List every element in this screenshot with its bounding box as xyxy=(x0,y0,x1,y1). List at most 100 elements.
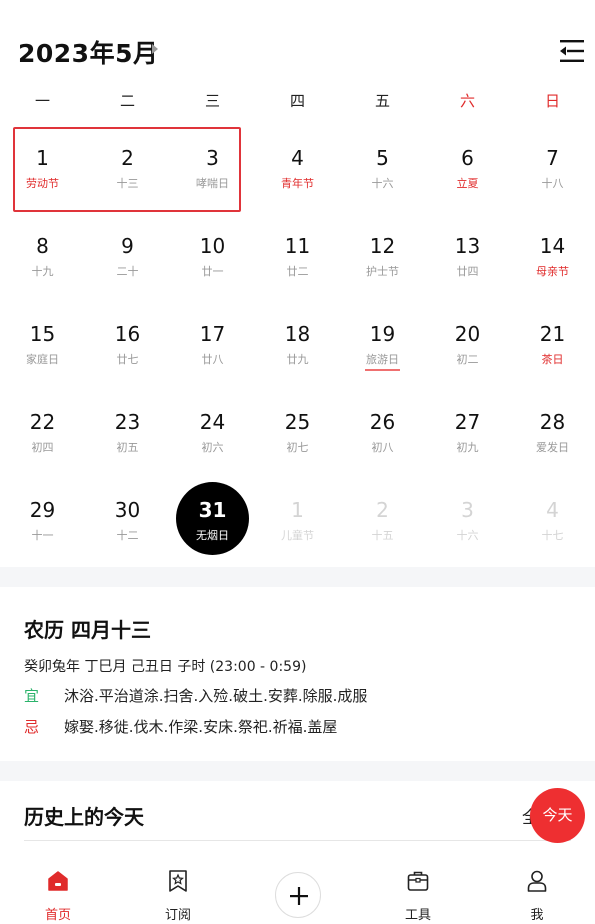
day-cell[interactable]: 27 初九 xyxy=(425,394,510,482)
day-number: 18 xyxy=(284,322,311,346)
ganzhi-text: 癸卯兔年 丁巳月 己丑日 子时 (23:00 - 0:59) xyxy=(24,659,307,675)
nav-subscribe[interactable]: 订阅 xyxy=(138,859,218,924)
weekday-header: 一 二 三 四 五 六 日 xyxy=(0,90,595,112)
day-lunar: 十六 xyxy=(456,529,479,542)
day-number: 3 xyxy=(461,498,474,522)
calendar-week-2: 8 十九 9 二十 10 廿一 11 廿二 12 护士节 13 廿四 14 母亲节 xyxy=(0,218,595,306)
calendar-header: 2023年5月 xyxy=(0,0,595,90)
day-cell-next-month[interactable]: 4 十七 xyxy=(510,482,595,570)
day-lunar: 家庭日 xyxy=(26,353,59,366)
day-lunar: 爱发日 xyxy=(536,441,569,454)
nav-me[interactable]: 我 xyxy=(497,859,577,924)
month-title[interactable]: 2023年5月 xyxy=(18,34,158,70)
day-cell-next-month[interactable]: 3 十六 xyxy=(425,482,510,570)
day-cell[interactable]: 24 初六 xyxy=(170,394,255,482)
lunar-info-card[interactable]: 农历 四月十三 癸卯兔年 丁巳月 己丑日 子时 (23:00 - 0:59) 宜… xyxy=(0,587,595,761)
add-button[interactable] xyxy=(275,872,321,918)
day-cell[interactable]: 22 初四 xyxy=(0,394,85,482)
day-number: 25 xyxy=(284,410,311,434)
yi-text: 沐浴.平治道涂.扫舍.入殓.破土.安葬.除服.成服 xyxy=(64,687,368,705)
home-icon xyxy=(48,871,68,891)
day-number: 9 xyxy=(121,234,134,258)
day-number: 28 xyxy=(539,410,566,434)
day-cell[interactable]: 8 十九 xyxy=(0,218,85,306)
day-number: 4 xyxy=(291,146,304,170)
day-cell[interactable]: 29 十一 xyxy=(0,482,85,570)
day-lunar: 十二 xyxy=(116,529,139,542)
day-cell[interactable]: 20 初二 xyxy=(425,306,510,394)
nav-subscribe-label: 订阅 xyxy=(164,908,191,923)
day-lunar: 旅游日 xyxy=(366,353,399,366)
day-lunar: 初八 xyxy=(371,441,394,454)
day-cell[interactable]: 30 十二 xyxy=(85,482,170,570)
day-cell[interactable]: 28 爱发日 xyxy=(510,394,595,482)
day-lunar: 十五 xyxy=(371,529,394,542)
caret-right-icon[interactable] xyxy=(152,44,158,54)
day-lunar: 十九 xyxy=(31,265,54,278)
menu-collapse-icon[interactable] xyxy=(558,38,586,64)
day-cell[interactable]: 19 旅游日 xyxy=(340,306,425,394)
day-number: 2 xyxy=(376,498,389,522)
day-lunar: 初九 xyxy=(456,441,479,454)
day-lunar: 初六 xyxy=(201,441,224,454)
section-divider xyxy=(0,761,595,781)
day-number: 15 xyxy=(29,322,56,346)
day-cell[interactable]: 16 廿七 xyxy=(85,306,170,394)
day-cell-next-month[interactable]: 1 儿童节 xyxy=(255,482,340,570)
day-cell[interactable]: 18 廿九 xyxy=(255,306,340,394)
day-number: 11 xyxy=(284,234,311,258)
day-lunar: 廿四 xyxy=(456,265,479,278)
day-lunar: 儿童节 xyxy=(281,529,314,542)
day-cell[interactable]: 11 廿二 xyxy=(255,218,340,306)
day-number: 22 xyxy=(29,410,56,434)
calendar-week-4: 22 初四 23 初五 24 初六 25 初七 26 初八 27 初九 28 爱发日 xyxy=(0,394,595,482)
day-cell[interactable]: 26 初八 xyxy=(340,394,425,482)
day-cell[interactable]: 4 青年节 xyxy=(255,130,340,218)
today-button[interactable]: 今天 xyxy=(530,788,585,843)
day-cell[interactable]: 7 十八 xyxy=(510,130,595,218)
nav-tools[interactable]: 工具 xyxy=(378,859,458,924)
day-lunar: 青年节 xyxy=(281,177,314,190)
history-section: 历史上的今天 全 xyxy=(0,781,595,859)
weekday-mon: 一 xyxy=(34,92,50,110)
day-number: 14 xyxy=(539,234,566,258)
history-divider xyxy=(24,840,571,841)
day-cell[interactable]: 15 家庭日 xyxy=(0,306,85,394)
day-number: 24 xyxy=(199,410,226,434)
day-cell-next-month[interactable]: 2 十五 xyxy=(340,482,425,570)
day-cell[interactable]: 25 初七 xyxy=(255,394,340,482)
day-lunar: 初二 xyxy=(456,353,479,366)
day-lunar: 茶日 xyxy=(541,353,564,366)
day-lunar: 廿八 xyxy=(201,353,224,366)
day-number: 13 xyxy=(454,234,481,258)
day-cell[interactable]: 23 初五 xyxy=(85,394,170,482)
day-cell[interactable]: 17 廿八 xyxy=(170,306,255,394)
day-number: 29 xyxy=(29,498,56,522)
day-number: 1 xyxy=(291,498,304,522)
nav-me-label: 我 xyxy=(530,908,544,923)
day-cell[interactable]: 12 护士节 xyxy=(340,218,425,306)
day-number: 26 xyxy=(369,410,396,434)
day-cell[interactable]: 6 立夏 xyxy=(425,130,510,218)
nav-home[interactable]: 首页 xyxy=(18,859,98,924)
day-cell[interactable]: 9 二十 xyxy=(85,218,170,306)
plus-icon xyxy=(290,887,308,905)
day-cell[interactable]: 5 十六 xyxy=(340,130,425,218)
day-cell[interactable]: 21 茶日 xyxy=(510,306,595,394)
day-lunar: 母亲节 xyxy=(536,265,569,278)
day-number: 17 xyxy=(199,322,226,346)
weekday-tue: 二 xyxy=(119,92,135,110)
day-cell[interactable]: 13 廿四 xyxy=(425,218,510,306)
day-cell[interactable]: 10 廿一 xyxy=(170,218,255,306)
nav-home-label: 首页 xyxy=(44,908,71,923)
day-number: 21 xyxy=(539,322,566,346)
day-lunar: 初四 xyxy=(31,441,54,454)
day-cell[interactable]: 14 母亲节 xyxy=(510,218,595,306)
weekday-thu: 四 xyxy=(289,92,305,110)
day-cell-today[interactable]: 31 无烟日 xyxy=(170,482,255,570)
day-lunar: 廿九 xyxy=(286,353,309,366)
weekday-wed: 三 xyxy=(204,92,220,110)
calendar-week-5: 29 十一 30 十二 31 无烟日 1 儿童节 2 十五 3 十六 4 十七 xyxy=(0,482,595,570)
day-number: 23 xyxy=(114,410,141,434)
day-number: 16 xyxy=(114,322,141,346)
